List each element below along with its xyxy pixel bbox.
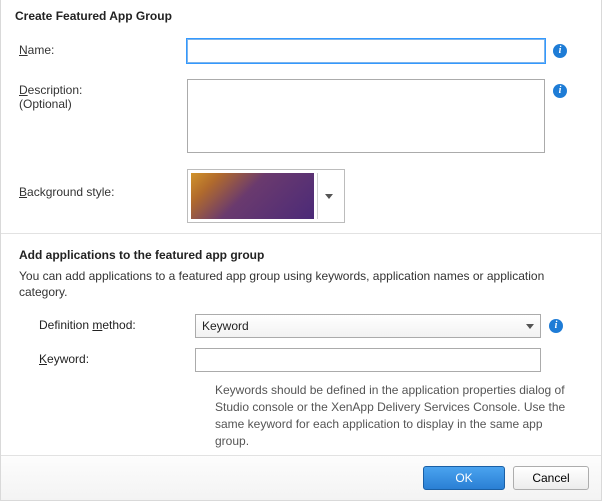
label-description-rest: escription: [28, 83, 83, 97]
label-keyword-hotkey: K [39, 352, 47, 366]
label-keyword: Keyword: [19, 348, 195, 366]
button-bar: OK Cancel [1, 455, 601, 500]
row-name: Name: i [19, 39, 583, 63]
row-definition-method: Definition method: Keyword i [19, 314, 583, 338]
ok-button[interactable]: OK [423, 466, 505, 490]
label-description-optional: (Optional) [19, 97, 72, 111]
dialog-create-featured-app-group: Create Featured App Group Name: i Descri… [0, 0, 602, 501]
keyword-input[interactable] [195, 348, 541, 372]
chevron-down-icon [325, 194, 333, 199]
section-description: You can add applications to a featured a… [19, 268, 583, 300]
info-icon[interactable]: i [553, 44, 567, 58]
label-description-hotkey: D [19, 83, 28, 97]
label-bg-rest: ackground style: [27, 185, 114, 199]
label-description: Description: (Optional) [19, 79, 187, 111]
label-name-hotkey: N [19, 43, 28, 57]
background-style-picker[interactable] [187, 169, 345, 223]
label-keyword-rest: eyword: [47, 352, 89, 366]
info-icon[interactable]: i [549, 319, 563, 333]
form-area: Name: i Description: (Optional) i Backgr… [1, 29, 601, 223]
label-definition-method: Definition method: [19, 314, 195, 332]
background-swatch-dropdown-button[interactable] [317, 173, 341, 219]
row-background-style: Background style: [19, 169, 583, 223]
label-defmethod-text: Definition method: [39, 318, 136, 332]
background-swatch-preview [191, 173, 314, 219]
dialog-title: Create Featured App Group [1, 0, 601, 29]
label-background-style: Background style: [19, 169, 187, 199]
label-name-rest: ame: [28, 43, 55, 57]
definition-method-dropdown[interactable]: Keyword [195, 314, 541, 338]
label-name: Name: [19, 39, 187, 57]
chevron-down-icon [526, 324, 534, 329]
section-add-applications: Add applications to the featured app gro… [1, 234, 601, 450]
description-input[interactable] [187, 79, 545, 153]
row-keyword: Keyword: [19, 348, 583, 372]
label-bg-hotkey: B [19, 185, 27, 199]
info-icon[interactable]: i [553, 84, 567, 98]
name-input[interactable] [187, 39, 545, 63]
section-title: Add applications to the featured app gro… [19, 248, 583, 262]
row-description: Description: (Optional) i [19, 79, 583, 153]
definition-method-value: Keyword [202, 319, 249, 333]
keyword-hint: Keywords should be defined in the applic… [215, 382, 575, 449]
cancel-button[interactable]: Cancel [513, 466, 589, 490]
